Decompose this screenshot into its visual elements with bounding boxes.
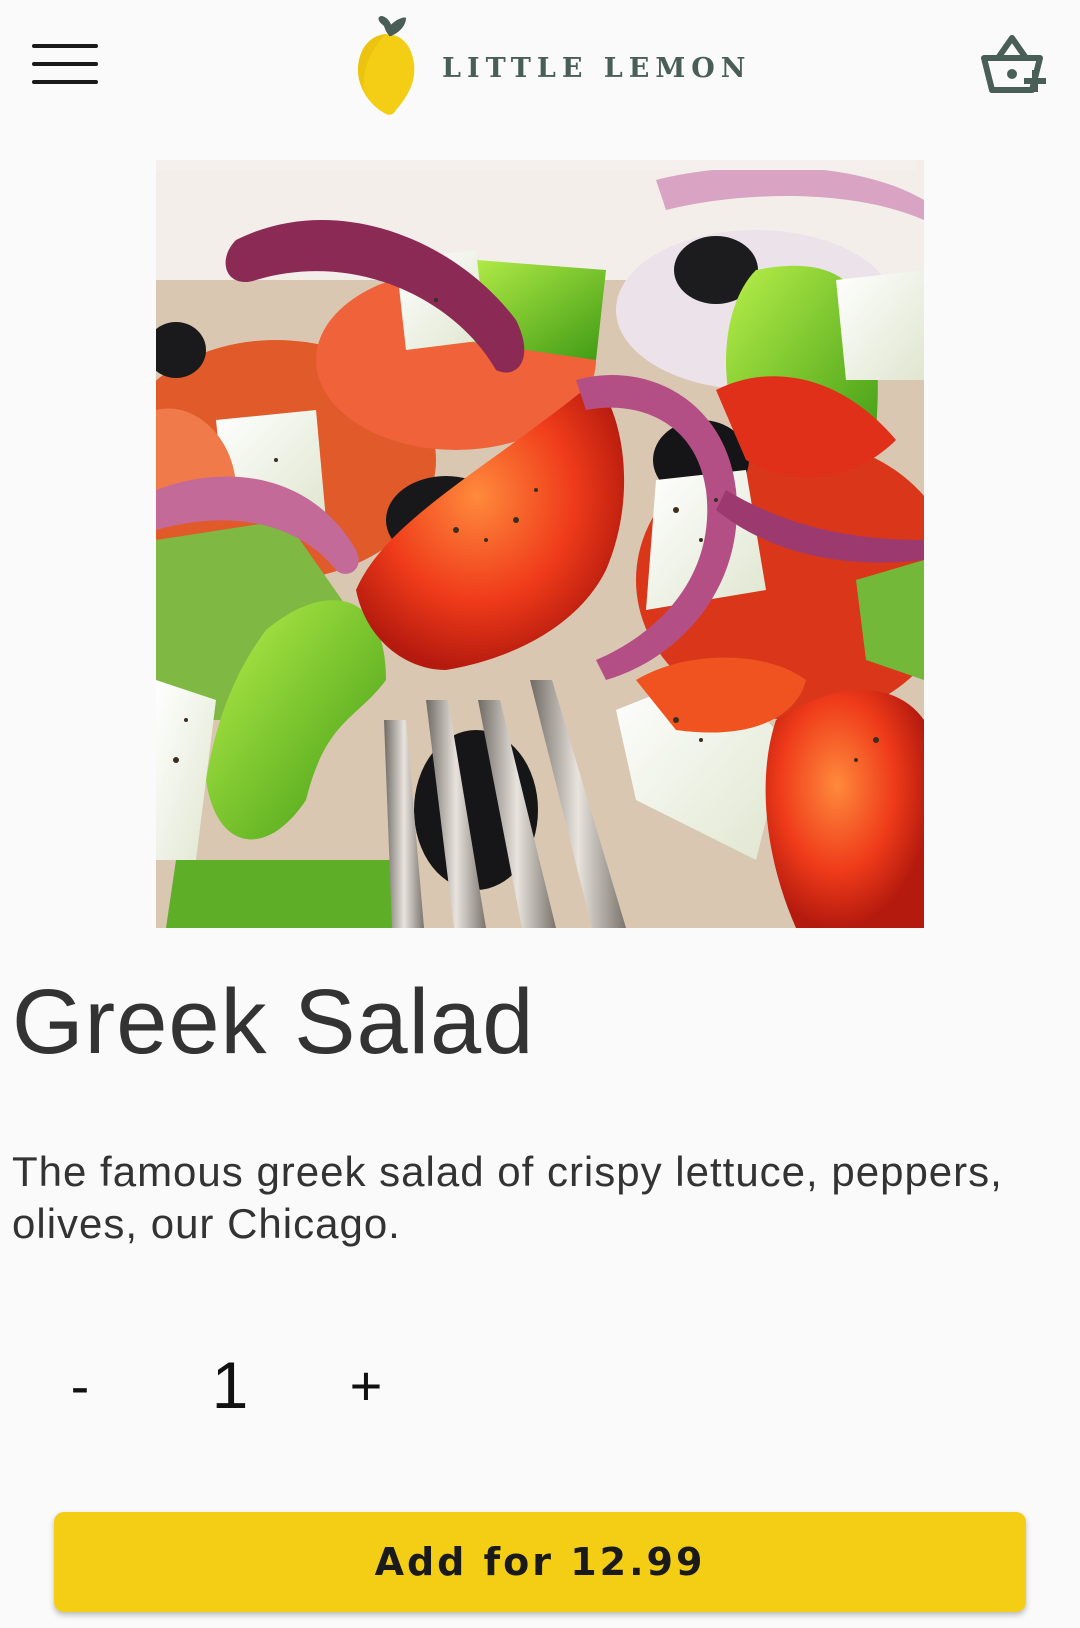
dish-photo [156,160,924,928]
hamburger-menu-icon[interactable] [28,36,104,96]
lemon-logo-icon [358,16,415,115]
add-to-order-button[interactable]: Add for 12.99 [54,1512,1026,1612]
brand-logo: LITTLE LEMON [356,14,751,118]
dish-description: The famous greek salad of crispy lettuce… [12,1148,1003,1247]
quantity-value: 1 [211,1348,249,1422]
top-app-bar: LITTLE LEMON [0,0,1080,140]
menu-item-detail-screen: LITTLE LEMON Greek Salad The famous gree… [0,0,1080,1628]
increase-quantity-button[interactable]: + [326,1340,406,1430]
dish-title: Greek Salad [12,971,535,1073]
basket-add-icon[interactable] [978,34,1050,100]
brand-name: LITTLE LEMON [442,52,752,84]
quantity-stepper: - 1 + [40,1340,420,1430]
greek-salad-photo [156,160,924,928]
decrease-quantity-button[interactable]: - [40,1340,120,1430]
